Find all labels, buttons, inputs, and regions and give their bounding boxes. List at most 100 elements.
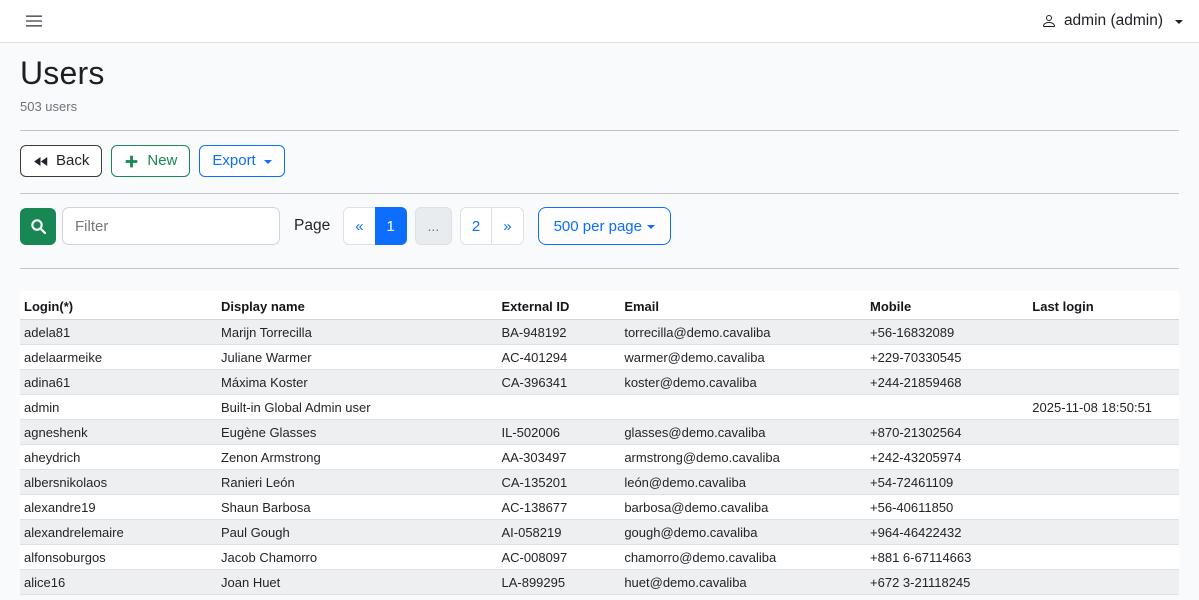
per-page-dropdown[interactable]: 500 per page — [538, 207, 671, 245]
table-cell: Marijn Torrecilla — [217, 320, 497, 345]
table-cell: LA-899295 — [497, 570, 620, 595]
table-row[interactable]: adminBuilt-in Global Admin user2025-11-0… — [20, 395, 1179, 420]
divider — [20, 130, 1179, 131]
new-button[interactable]: New — [111, 145, 190, 177]
table-row[interactable]: agneshenkEugène GlassesIL-502006glasses@… — [20, 420, 1179, 445]
pagination-group: « 1 — [343, 207, 407, 245]
back-button[interactable]: Back — [20, 145, 102, 177]
table-cell: agneshenk — [20, 420, 217, 445]
table-cell: chamorro@demo.cavaliba — [620, 545, 866, 570]
table-cell: AC-138677 — [497, 495, 620, 520]
page-label: Page — [294, 217, 330, 235]
new-button-label: New — [147, 150, 177, 172]
export-button-label: Export — [212, 150, 255, 172]
table-cell: BA-948192 — [497, 320, 620, 345]
table-cell: warmer@demo.cavaliba — [620, 345, 866, 370]
table-cell — [1028, 345, 1179, 370]
chevron-down-icon — [647, 225, 655, 229]
table-cell: alexandre19 — [20, 495, 217, 520]
table-cell: AI-058219 — [497, 520, 620, 545]
table-cell: +244-21859468 — [866, 370, 1028, 395]
table-row[interactable]: aheydrichZenon ArmstrongAA-303497armstro… — [20, 445, 1179, 470]
table-cell — [866, 395, 1028, 420]
table-cell: +229-70330545 — [866, 345, 1028, 370]
table-cell: CA-396341 — [497, 370, 620, 395]
user-menu-label: admin (admin) — [1064, 12, 1163, 30]
menu-toggle-button[interactable] — [24, 11, 44, 31]
table-cell: Eugène Glasses — [217, 420, 497, 445]
table-cell: +56-40611850 — [866, 495, 1028, 520]
table-cell: Built-in Global Admin user — [217, 395, 497, 420]
table-cell: barbosa@demo.cavaliba — [620, 495, 866, 520]
divider — [20, 268, 1179, 269]
table-cell: Juliane Warmer — [217, 345, 497, 370]
column-header: Login(*) — [20, 291, 217, 320]
table-row[interactable]: albersnikolaosRanieri LeónCA-135201león@… — [20, 470, 1179, 495]
table-cell — [497, 395, 620, 420]
pagination-page-2[interactable]: 2 — [460, 207, 492, 245]
table-row[interactable]: alfonsoburgosJacob ChamorroAC-008097cham… — [20, 545, 1179, 570]
table-cell: torrecilla@demo.cavaliba — [620, 320, 866, 345]
table-cell: albersnikolaos — [20, 470, 217, 495]
table-row[interactable]: alexandre19Shaun BarbosaAC-138677barbosa… — [20, 495, 1179, 520]
table-cell — [1028, 470, 1179, 495]
table-header-row: Login(*)Display nameExternal IDEmailMobi… — [20, 291, 1179, 320]
table-cell: +54-72461109 — [866, 470, 1028, 495]
table-cell: Máxima Koster — [217, 370, 497, 395]
divider — [20, 193, 1179, 194]
table-cell — [1028, 320, 1179, 345]
table-cell: +964-46422432 — [866, 520, 1028, 545]
table-cell — [620, 395, 866, 420]
table-cell: +870-21302564 — [866, 420, 1028, 445]
table-cell: adela81 — [20, 320, 217, 345]
page-title: Users — [20, 55, 1179, 92]
per-page-label: 500 per page — [554, 218, 642, 235]
table-body: adela81Marijn TorrecillaBA-948192torreci… — [20, 320, 1179, 595]
table-row[interactable]: adina61Máxima KosterCA-396341koster@demo… — [20, 370, 1179, 395]
hamburger-icon — [24, 11, 44, 31]
person-icon — [1041, 13, 1057, 29]
column-header: External ID — [497, 291, 620, 320]
table-cell: alexandrelemaire — [20, 520, 217, 545]
table-row[interactable]: alice16Joan HuetLA-899295huet@demo.caval… — [20, 570, 1179, 595]
table-cell: IL-502006 — [497, 420, 620, 445]
column-header: Last login — [1028, 291, 1179, 320]
table-cell: adelaarmeike — [20, 345, 217, 370]
export-button[interactable]: Export — [199, 145, 284, 177]
column-header: Mobile — [866, 291, 1028, 320]
table-cell: AC-008097 — [497, 545, 620, 570]
pagination-prev-button[interactable]: « — [343, 207, 375, 245]
filter-input[interactable] — [62, 207, 280, 245]
table-row[interactable]: adelaarmeikeJuliane WarmerAC-401294warme… — [20, 345, 1179, 370]
table-cell: +56-16832089 — [866, 320, 1028, 345]
user-count: 503 users — [20, 99, 1179, 114]
table-cell: gough@demo.cavaliba — [620, 520, 866, 545]
table-row[interactable]: alexandrelemairePaul GoughAI-058219gough… — [20, 520, 1179, 545]
pagination-next-button[interactable]: » — [491, 207, 523, 245]
table-cell — [1028, 445, 1179, 470]
table-cell: CA-135201 — [497, 470, 620, 495]
table-cell: aheydrich — [20, 445, 217, 470]
table-cell: león@demo.cavaliba — [620, 470, 866, 495]
pagination-group: 2 » — [460, 207, 524, 245]
table-cell: 2025-11-08 18:50:51 — [1028, 395, 1179, 420]
search-button[interactable] — [20, 208, 56, 245]
table-row[interactable]: adela81Marijn TorrecillaBA-948192torreci… — [20, 320, 1179, 345]
table-cell: Ranieri León — [217, 470, 497, 495]
table-cell: +881 6-67114663 — [866, 545, 1028, 570]
table-cell — [1028, 545, 1179, 570]
table-cell: Joan Huet — [217, 570, 497, 595]
column-header: Display name — [217, 291, 497, 320]
column-header: Email — [620, 291, 866, 320]
user-menu-button[interactable]: admin (admin) — [1041, 12, 1183, 30]
table-cell: AC-401294 — [497, 345, 620, 370]
table-cell: koster@demo.cavaliba — [620, 370, 866, 395]
table-cell: adina61 — [20, 370, 217, 395]
plus-icon — [124, 154, 139, 169]
main-content: Users 503 users Back New Export — [0, 43, 1199, 595]
table-cell: Paul Gough — [217, 520, 497, 545]
pagination-ellipsis: ... — [415, 207, 452, 245]
table-cell — [1028, 420, 1179, 445]
pagination-page-1[interactable]: 1 — [375, 207, 407, 245]
table-cell: Jacob Chamorro — [217, 545, 497, 570]
